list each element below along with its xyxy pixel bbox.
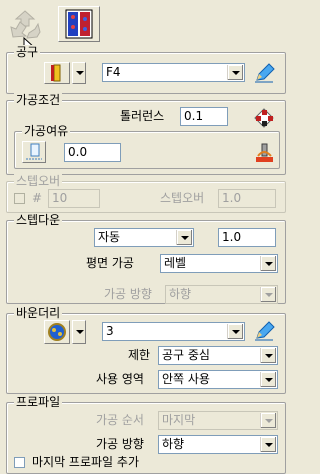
flat-machining-label: 평면 가공	[86, 256, 134, 270]
profile-direction-select[interactable]: 하향	[158, 435, 278, 454]
chevron-down-icon[interactable]	[227, 65, 243, 80]
boundary-edit-button[interactable]	[252, 319, 277, 343]
stepover-legend: 스텝오버	[14, 174, 63, 188]
pencil-icon	[255, 63, 275, 83]
stepover-count-checkbox[interactable]	[14, 193, 25, 204]
profile-direction-label: 가공 방향	[96, 437, 144, 451]
strategy-icon	[65, 9, 93, 39]
flat-machining-value: 레벨	[164, 256, 187, 270]
stepover-label: 스텝오버	[160, 191, 205, 205]
profile-order-value: 마지막	[162, 413, 196, 427]
tool-group-legend: 공구	[14, 45, 41, 59]
tolerance-options-button[interactable]	[252, 106, 277, 130]
stepdown-legend: 스텝다운	[14, 213, 63, 227]
chevron-down-icon[interactable]	[260, 437, 276, 452]
chevron-down-icon[interactable]	[260, 348, 276, 363]
boundary-select-button[interactable]	[44, 320, 70, 344]
boundary-legend: 바운더리	[14, 306, 63, 320]
chevron-down-icon[interactable]	[260, 256, 276, 271]
allowance-legend: 가공여유	[22, 124, 71, 138]
limit-label: 제한	[128, 348, 151, 362]
flat-machining-select[interactable]: 레벨	[160, 254, 278, 273]
limit-value: 공구 중심	[162, 348, 210, 362]
stepdown-mode-value: 자동	[98, 230, 121, 244]
stepdown-input[interactable]: 1.0	[218, 228, 276, 247]
allowance-options-button[interactable]	[22, 141, 46, 163]
recycle-button[interactable]	[6, 6, 44, 58]
tool-select-button[interactable]	[44, 62, 70, 84]
chevron-down-icon	[76, 71, 84, 75]
use-area-select[interactable]: 안쪽 사용	[158, 370, 278, 389]
allowance-input[interactable]: 0.0	[64, 143, 121, 162]
chevron-down-icon[interactable]	[227, 324, 243, 339]
stepdown-mode-select[interactable]: 자동	[94, 228, 194, 247]
stepover-input[interactable]: 1.0	[218, 189, 276, 208]
machining-conditions-legend: 가공조건	[14, 93, 63, 107]
profile-order-select[interactable]: 마지막	[158, 411, 278, 430]
tolerance-input[interactable]: 0.1	[180, 107, 228, 126]
use-area-label: 사용 영역	[96, 372, 144, 386]
tool-edit-button[interactable]	[252, 61, 277, 85]
profile-order-label: 가공 순서	[96, 413, 144, 427]
tool-icon	[51, 64, 61, 82]
chevron-down-icon[interactable]	[260, 413, 276, 428]
tool-name-select[interactable]: F4	[102, 63, 245, 82]
chevron-down-icon[interactable]	[260, 372, 276, 387]
tolerance-label: 톨러런스	[120, 109, 165, 123]
allowance-icon	[26, 143, 42, 160]
profile-legend: 프로파일	[14, 395, 63, 409]
use-area-value: 안쪽 사용	[162, 372, 210, 386]
tool-name-value: F4	[106, 65, 121, 79]
boundary-dropdown-button[interactable]	[72, 320, 86, 344]
last-profile-label: 마지막 프로파일 추가	[32, 455, 139, 469]
stepdown-direction-select[interactable]: 하향	[165, 285, 278, 304]
pencil-icon	[255, 321, 275, 341]
profile-direction-value: 하향	[162, 437, 185, 451]
stepdown-direction-value: 하향	[169, 287, 192, 301]
chevron-down-icon[interactable]	[260, 287, 276, 302]
tolerance-icon	[254, 108, 274, 128]
stepover-count-input[interactable]: 10	[48, 189, 100, 208]
strategy-button[interactable]	[58, 6, 100, 42]
boundary-name-value: 3	[106, 324, 114, 338]
component-allowance-icon	[256, 143, 273, 162]
stepdown-direction-label: 가공 방향	[104, 287, 152, 301]
limit-select[interactable]: 공구 중심	[158, 346, 278, 365]
boundary-name-select[interactable]: 3	[102, 322, 245, 341]
chevron-down-icon	[76, 330, 84, 334]
tool-dropdown-button[interactable]	[72, 62, 86, 84]
boundary-icon	[48, 323, 66, 341]
chevron-down-icon[interactable]	[176, 230, 192, 245]
component-allowance-button[interactable]	[252, 141, 277, 165]
stepover-count-label: #	[32, 191, 43, 205]
